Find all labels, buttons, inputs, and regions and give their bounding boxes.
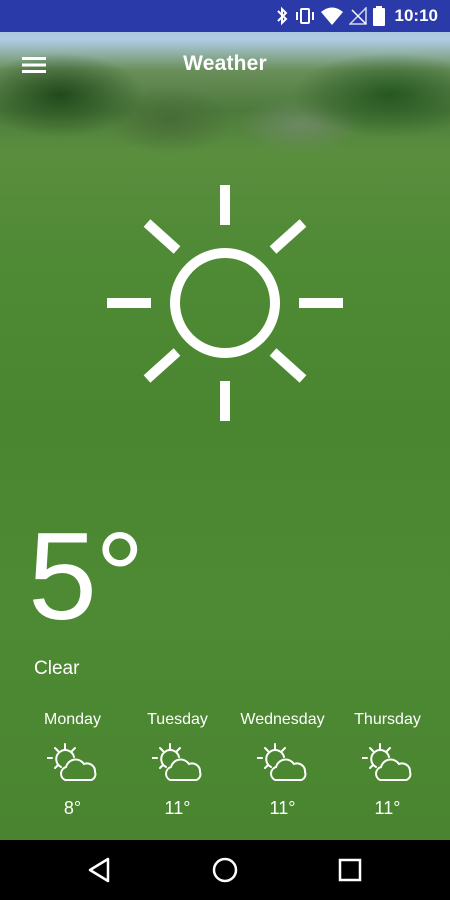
back-button[interactable] [84, 854, 116, 886]
no-signal-icon [348, 7, 367, 25]
partly-cloudy-icon [151, 743, 201, 781]
forecast-day: Thursday 11° [335, 708, 440, 819]
forecast-day-name: Tuesday [147, 711, 208, 728]
status-bar: 10:10 [0, 0, 450, 32]
app-bar: Weather [0, 32, 450, 102]
partly-cloudy-icon [256, 743, 306, 781]
forecast-day: Wednesday 11° [230, 708, 335, 819]
vibrate-icon [295, 8, 314, 24]
current-temperature: 5° [28, 508, 145, 646]
forecast-day-name: Thursday [354, 711, 421, 728]
back-icon [88, 857, 110, 883]
forecast-day: Tuesday 11° [125, 708, 230, 819]
status-icons [275, 6, 385, 26]
forecast-temp: 11° [269, 798, 296, 818]
page-title: Weather [183, 52, 267, 75]
forecast-day: Monday 8° [20, 708, 125, 819]
recents-button[interactable] [334, 854, 366, 886]
forecast-temp: 8° [63, 798, 82, 818]
forecast-day-name: Monday [44, 711, 101, 728]
sun-icon [107, 185, 343, 421]
forecast-temp: 11° [374, 798, 401, 818]
home-icon [212, 857, 238, 883]
bluetooth-icon [276, 6, 287, 26]
status-clock: 10:10 [394, 6, 438, 25]
recents-icon [338, 858, 362, 882]
forecast-row: Monday 8° Tuesday 11° Wednesday 11° Thur… [20, 708, 440, 819]
battery-icon [372, 6, 385, 26]
current-condition: Clear [34, 658, 80, 679]
forecast-temp: 11° [164, 798, 191, 818]
forecast-day-name: Wednesday [240, 711, 325, 728]
wifi-icon [320, 7, 343, 25]
partly-cloudy-icon [46, 743, 96, 781]
partly-cloudy-icon [361, 743, 411, 781]
navigation-bar [0, 840, 450, 900]
home-button[interactable] [209, 854, 241, 886]
